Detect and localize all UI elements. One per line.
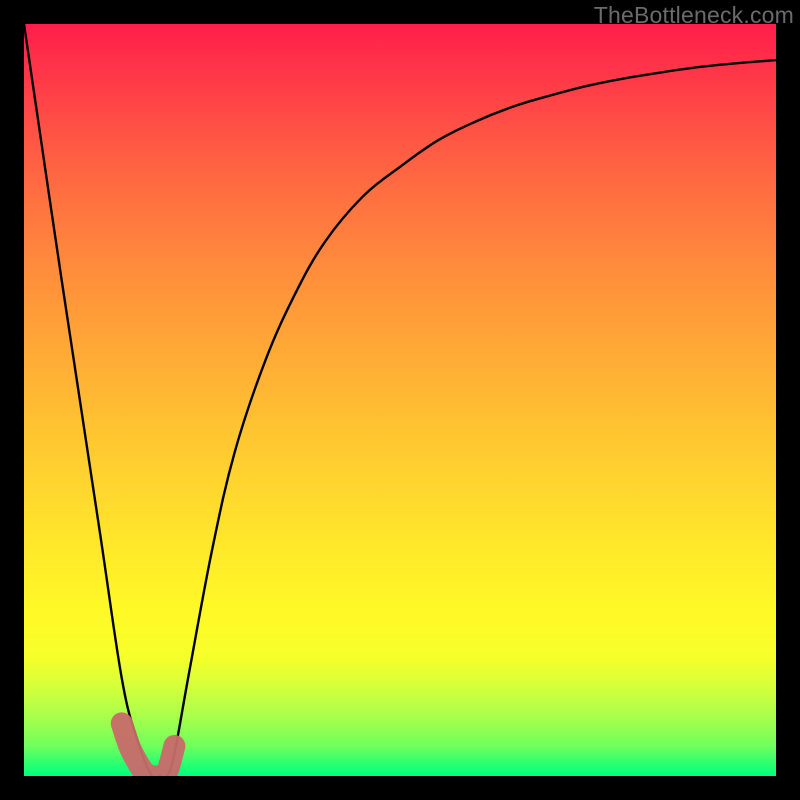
chart-svg <box>24 24 776 776</box>
plot-area <box>24 24 776 776</box>
chart-stage: TheBottleneck.com <box>0 0 800 800</box>
chart-series-group <box>24 24 776 776</box>
highlight-segment <box>122 723 175 776</box>
bottleneck-curve <box>24 24 776 776</box>
